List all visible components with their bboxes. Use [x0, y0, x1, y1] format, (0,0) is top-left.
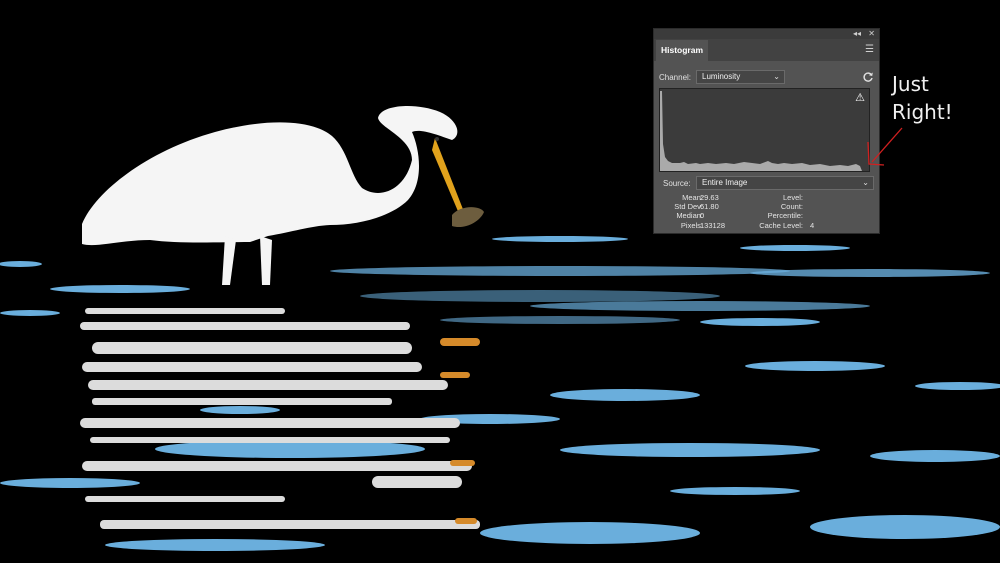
- source-label: Source:: [663, 179, 691, 188]
- stddev-label: Std Dev:: [674, 202, 703, 211]
- histogram-panel: ◂◂ ✕ Histogram ☰ Channel: Luminosity ⌄ ⚠…: [653, 28, 880, 234]
- annotation-arrow: [867, 127, 903, 166]
- annotation-line-1: Just: [892, 72, 929, 96]
- pixels-label: Pixels:: [680, 221, 703, 230]
- histogram-graph: ⚠: [659, 88, 870, 172]
- tab-histogram[interactable]: Histogram: [656, 40, 708, 61]
- source-value: Entire Image: [702, 178, 748, 187]
- panel-menu-icon[interactable]: ☰: [865, 44, 874, 55]
- level-label: Level:: [782, 193, 803, 202]
- median-value: 0: [700, 211, 705, 220]
- mean-value: 29.63: [700, 193, 719, 202]
- egret-eye: [435, 137, 439, 141]
- channel-select[interactable]: Luminosity ⌄: [696, 70, 785, 84]
- channel-label: Channel:: [659, 73, 692, 82]
- source-select[interactable]: Entire Image ⌄: [696, 176, 874, 190]
- close-icon[interactable]: ✕: [868, 29, 875, 39]
- annotation-text: Just Right!: [892, 70, 953, 126]
- cache-level-label: Cache Level:: [759, 221, 803, 230]
- collapse-icon[interactable]: ◂◂: [853, 29, 861, 39]
- median-label: Median:: [676, 211, 703, 220]
- chevron-down-icon: ⌄: [862, 178, 869, 187]
- mean-label: Mean:: [682, 193, 703, 202]
- annotation-line-2: Right!: [892, 100, 953, 124]
- panel-tab-row: Histogram ☰: [654, 39, 879, 61]
- pixels-value: 133128: [700, 221, 726, 230]
- histogram-curve: [660, 91, 862, 171]
- panel-topbar: ◂◂ ✕: [654, 29, 879, 39]
- stddev-value: 61.80: [700, 202, 719, 211]
- channel-value: Luminosity: [702, 72, 741, 81]
- chevron-down-icon: ⌄: [773, 72, 780, 81]
- cache-level-value: 4: [810, 221, 815, 230]
- percentile-label: Percentile:: [767, 211, 803, 220]
- warning-icon[interactable]: ⚠: [855, 93, 865, 104]
- refresh-icon[interactable]: [862, 71, 874, 83]
- count-label: Count:: [780, 202, 803, 211]
